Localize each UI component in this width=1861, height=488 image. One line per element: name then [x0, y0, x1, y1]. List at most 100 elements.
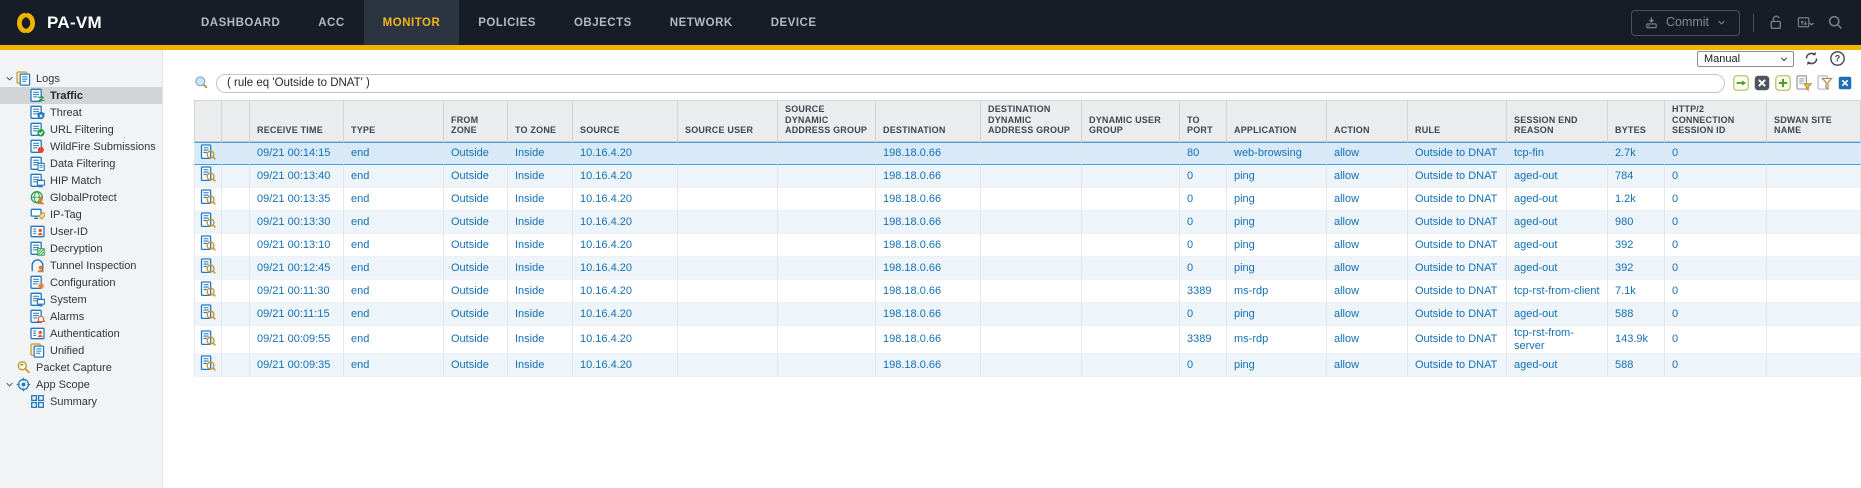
sidebar-item-wildfire-submissions[interactable]: WildFire Submissions [0, 138, 162, 155]
cell-src_dag [778, 211, 876, 234]
column-header-type[interactable]: TYPE [344, 100, 444, 142]
sidebar-item-user-id[interactable]: User-ID [0, 223, 162, 240]
commit-label: Commit [1666, 15, 1709, 29]
sidebar-item-hip-match[interactable]: HIP Match [0, 172, 162, 189]
log-detail-icon[interactable] [200, 166, 216, 182]
data-filtering-icon [30, 156, 45, 171]
tab-monitor[interactable]: MONITOR [364, 0, 460, 45]
cell-receive_time: 09/21 00:13:40 [250, 165, 344, 188]
log-row[interactable]: 09/21 00:12:45endOutsideInside10.16.4.20… [194, 257, 1861, 280]
alarms-icon [30, 309, 45, 324]
load-filter-button[interactable] [1817, 75, 1833, 91]
log-row[interactable]: 09/21 00:13:40endOutsideInside10.16.4.20… [194, 165, 1861, 188]
log-detail-icon[interactable] [200, 304, 216, 320]
log-detail-icon[interactable] [200, 355, 216, 371]
log-row[interactable]: 09/21 00:13:10endOutsideInside10.16.4.20… [194, 234, 1861, 257]
column-header-blank [194, 100, 222, 142]
log-row[interactable]: 09/21 00:13:35endOutsideInside10.16.4.20… [194, 188, 1861, 211]
help-icon[interactable]: ? [1829, 50, 1846, 67]
filter-input[interactable] [216, 74, 1725, 93]
log-row[interactable]: 09/21 00:09:35endOutsideInside10.16.4.20… [194, 354, 1861, 377]
config-backup-icon[interactable] [1797, 14, 1814, 31]
log-row[interactable]: 09/21 00:13:30endOutsideInside10.16.4.20… [194, 211, 1861, 234]
sidebar-item-data-filtering[interactable]: Data Filtering [0, 155, 162, 172]
apply-filter-button[interactable] [1733, 75, 1749, 91]
lock-icon[interactable] [1767, 14, 1784, 31]
cell-type: end [344, 142, 444, 166]
sidebar-item-globalprotect[interactable]: GlobalProtect [0, 189, 162, 206]
column-header-from_zone[interactable]: FROM ZONE [444, 100, 508, 142]
sidebar-item-app-scope[interactable]: App Scope [0, 376, 162, 393]
column-header-session_end_reason[interactable]: SESSION END REASON [1507, 100, 1608, 142]
column-header-source_user[interactable]: SOURCE USER [678, 100, 778, 142]
cell-to_port: 80 [1180, 142, 1227, 166]
log-row[interactable]: 09/21 00:09:55endOutsideInside10.16.4.20… [194, 326, 1861, 354]
cell-source_user [678, 165, 778, 188]
tab-acc[interactable]: ACC [299, 0, 363, 45]
sidebar-item-summary[interactable]: Summary [0, 393, 162, 410]
column-header-http2_session_id[interactable]: HTTP/2 CONNECTION SESSION ID [1665, 100, 1767, 142]
tab-network[interactable]: NETWORK [651, 0, 752, 45]
cell-dyn_user_group [1082, 354, 1180, 377]
log-detail-icon[interactable] [200, 144, 216, 160]
sidebar-item-packet-capture[interactable]: Packet Capture [0, 359, 162, 376]
cell-http2_session_id: 0 [1665, 211, 1767, 234]
column-header-action[interactable]: ACTION [1327, 100, 1408, 142]
clear-filter-button[interactable] [1754, 75, 1770, 91]
sidebar-item-decryption[interactable]: Decryption [0, 240, 162, 257]
tab-policies[interactable]: POLICIES [459, 0, 555, 45]
sidebar-item-threat[interactable]: Threat [0, 104, 162, 121]
log-detail-icon[interactable] [200, 281, 216, 297]
expander-chevron-icon[interactable] [3, 74, 16, 83]
column-header-source[interactable]: SOURCE [573, 100, 678, 142]
refresh-mode-select[interactable]: Manual [1697, 51, 1794, 67]
column-header-bytes[interactable]: BYTES [1608, 100, 1665, 142]
chevron-down-icon [1779, 54, 1789, 64]
column-header-sdwan_site[interactable]: SDWAN SITE NAME [1767, 100, 1861, 142]
sidebar-item-url-filtering[interactable]: URL Filtering [0, 121, 162, 138]
log-detail-icon[interactable] [200, 258, 216, 274]
save-filter-button[interactable] [1796, 75, 1812, 91]
sidebar-item-system[interactable]: System [0, 291, 162, 308]
export-csv-button[interactable] [1838, 76, 1852, 90]
log-detail-icon[interactable] [200, 189, 216, 205]
brand-title: PA-VM [47, 13, 102, 33]
sidebar-item-alarms[interactable]: Alarms [0, 308, 162, 325]
column-header-destination[interactable]: DESTINATION [876, 100, 981, 142]
log-detail-icon[interactable] [200, 235, 216, 251]
tab-dashboard[interactable]: DASHBOARD [182, 0, 299, 45]
column-header-src_dag[interactable]: SOURCE DYNAMIC ADDRESS GROUP [778, 100, 876, 142]
sidebar-item-ip-tag[interactable]: IP-Tag [0, 206, 162, 223]
tab-device[interactable]: DEVICE [752, 0, 836, 45]
log-row[interactable]: 09/21 00:11:15endOutsideInside10.16.4.20… [194, 303, 1861, 326]
log-row[interactable]: 09/21 00:11:30endOutsideInside10.16.4.20… [194, 280, 1861, 303]
sidebar-item-configuration[interactable]: Configuration [0, 274, 162, 291]
log-row[interactable]: 09/21 00:14:15endOutsideInside10.16.4.20… [194, 142, 1861, 166]
add-filter-button[interactable] [1775, 75, 1791, 91]
column-header-to_port[interactable]: TO PORT [1180, 100, 1227, 142]
sidebar-item-traffic[interactable]: Traffic [0, 87, 162, 104]
sidebar-item-tunnel-inspection[interactable]: Tunnel Inspection [0, 257, 162, 274]
refresh-icon[interactable] [1803, 50, 1820, 67]
global-search-icon[interactable] [1827, 14, 1844, 31]
column-header-dst_dag[interactable]: DESTINATION DYNAMIC ADDRESS GROUP [981, 100, 1082, 142]
cell-dyn_user_group [1082, 188, 1180, 211]
expander-chevron-icon[interactable] [3, 380, 16, 389]
commit-button[interactable]: Commit [1631, 10, 1740, 36]
sidebar-item-label: Tunnel Inspection [50, 260, 136, 272]
cell-session_end_reason: tcp-fin [1507, 142, 1608, 166]
cell-dst_dag [981, 303, 1082, 326]
log-detail-icon[interactable] [200, 212, 216, 228]
column-header-receive_time[interactable]: RECEIVE TIME [250, 100, 344, 142]
sidebar-item-logs[interactable]: Logs [0, 70, 162, 87]
column-header-to_zone[interactable]: TO ZONE [508, 100, 573, 142]
cell-src_dag [778, 280, 876, 303]
sidebar-item-authentication[interactable]: Authentication [0, 325, 162, 342]
tab-objects[interactable]: OBJECTS [555, 0, 651, 45]
column-header-rule[interactable]: RULE [1408, 100, 1507, 142]
sidebar-item-unified[interactable]: Unified [0, 342, 162, 359]
cell-dst_dag [981, 165, 1082, 188]
column-header-application[interactable]: APPLICATION [1227, 100, 1327, 142]
log-detail-icon[interactable] [200, 330, 216, 346]
column-header-dyn_user_group[interactable]: DYNAMIC USER GROUP [1082, 100, 1180, 142]
